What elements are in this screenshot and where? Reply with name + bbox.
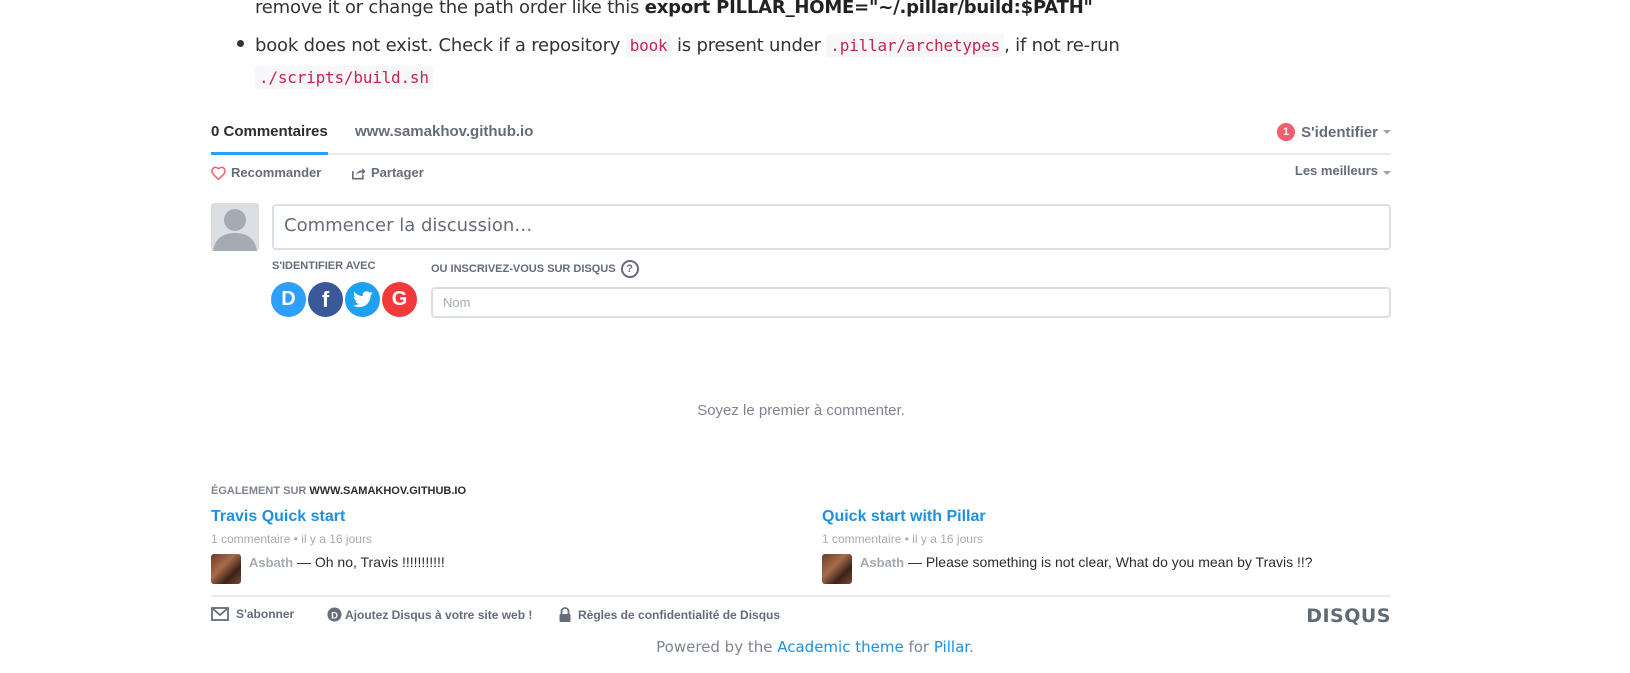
comment-excerpt: — Oh no, Travis !!!!!!!!!!!	[293, 554, 445, 570]
avatar[interactable]	[211, 554, 241, 584]
pillar-link[interactable]: Pillar	[934, 638, 969, 656]
comment-excerpt: — Please something is not clear, What do…	[904, 554, 1313, 570]
tab-community[interactable]: www.samakhov.github.io	[355, 123, 533, 140]
comment-author[interactable]: Asbath	[860, 555, 904, 570]
help-icon[interactable]: ?	[620, 260, 639, 278]
disqus-footer: S'abonner D Ajoutez Disqus à votre site …	[211, 595, 1391, 627]
also-on-site[interactable]: WWW.SAMAKHOV.GITHUB.IO	[309, 485, 466, 497]
envelope-icon	[211, 607, 229, 621]
path-order-text: remove it or change the path order like …	[255, 0, 645, 18]
signin-label[interactable]: S'identifier	[1301, 124, 1378, 141]
avatar	[211, 203, 259, 251]
facebook-icon: f	[321, 286, 330, 312]
bullet-text-part: book does not exist. Check if a reposito…	[255, 35, 626, 56]
recommendation-excerpt[interactable]: Asbath — Oh no, Travis !!!!!!!!!!!	[249, 554, 445, 570]
login-with-label: S'IDENTIFIER AVEC	[272, 260, 376, 272]
empty-thread-message: Soyez le premier à commenter.	[697, 402, 905, 419]
svg-text:D: D	[331, 610, 338, 620]
user-placeholder-icon	[213, 209, 257, 251]
comment-input[interactable]: Commencer la discussion…	[272, 204, 1391, 250]
google-icon: G	[391, 288, 408, 310]
recommendation-card: Travis Quick start 1 commentaire • il y …	[211, 508, 771, 584]
also-on-heading: ÉGALEMENT SUR WWW.SAMAKHOV.GITHUB.IO	[211, 485, 466, 497]
code-build-script: ./scripts/build.sh	[255, 66, 433, 89]
recommendation-card: Quick start with Pillar 1 commentaire • …	[822, 508, 1382, 584]
also-on-prefix: ÉGALEMENT SUR	[211, 485, 310, 497]
google-login-button[interactable]: G	[382, 282, 417, 317]
bullet-text-path-order: remove it or change the path order like …	[255, 0, 1093, 20]
powered-by: Powered by the Academic theme for Pillar…	[0, 638, 1630, 656]
sort-dropdown[interactable]: Les meilleurs	[1191, 163, 1391, 178]
subscribe-link[interactable]: S'abonner	[211, 607, 294, 621]
add-disqus-link[interactable]: D Ajoutez Disqus à votre site web !	[327, 607, 532, 622]
recommendation-title[interactable]: Travis Quick start	[211, 508, 771, 526]
powered-prefix: Powered by the	[656, 638, 778, 656]
bullet-text-part: , if not re-run	[1004, 35, 1120, 56]
register-text: OU INSCRIVEZ-VOUS SUR DISQUS	[431, 263, 616, 275]
code-archetypes-path: .pillar/archetypes	[826, 34, 1005, 57]
heart-icon	[211, 166, 226, 180]
recommend-button[interactable]: Recommander	[211, 165, 321, 180]
recommendation-comment[interactable]: Asbath — Please something is not clear, …	[822, 554, 1382, 584]
privacy-label[interactable]: Règles de confidentialité de Disqus	[578, 608, 780, 622]
chevron-down-icon	[1383, 130, 1391, 134]
code-book: book	[625, 34, 672, 57]
bullet-dot	[237, 40, 244, 47]
recommendation-meta: 1 commentaire • il y a 16 jours	[822, 532, 983, 546]
academic-theme-link[interactable]: Academic theme	[777, 638, 903, 656]
bullet-text-book: book does not exist. Check if a reposito…	[255, 30, 1155, 94]
recommendation-excerpt[interactable]: Asbath — Please something is not clear, …	[860, 554, 1313, 570]
twitter-login-button[interactable]	[345, 282, 380, 317]
signin-menu[interactable]: 1 S'identifier	[1277, 123, 1391, 141]
facebook-login-button[interactable]: f	[308, 282, 343, 317]
disqus-icon: D	[281, 288, 296, 310]
name-field[interactable]: Nom	[431, 287, 1391, 318]
recommendation-comment[interactable]: Asbath — Oh no, Travis !!!!!!!!!!!	[211, 554, 771, 584]
disqus-d-icon: D	[327, 607, 342, 622]
privacy-link[interactable]: Règles de confidentialité de Disqus	[559, 607, 780, 622]
share-icon	[352, 167, 366, 179]
add-disqus-label[interactable]: Ajoutez Disqus à votre site web !	[345, 608, 532, 622]
export-command: export PILLAR_HOME="~/.pillar/build:$PAT…	[644, 0, 1093, 18]
tab-comments[interactable]: 0 Commentaires	[211, 123, 328, 155]
avatar[interactable]	[822, 554, 852, 584]
powered-suffix: .	[969, 638, 974, 656]
share-button[interactable]: Partager	[351, 165, 424, 180]
recommendation-title[interactable]: Quick start with Pillar	[822, 508, 1382, 526]
sort-label[interactable]: Les meilleurs	[1295, 163, 1378, 178]
notification-badge[interactable]: 1	[1277, 123, 1296, 141]
disqus-logo[interactable]: DISQUS	[1306, 605, 1391, 627]
recommend-label: Recommander	[231, 165, 322, 180]
recommendation-meta: 1 commentaire • il y a 16 jours	[211, 532, 372, 546]
twitter-icon	[352, 291, 373, 308]
disqus-nav: 0 Commentaires www.samakhov.github.io 1 …	[211, 116, 1391, 155]
disqus-login-button[interactable]: D	[271, 282, 306, 317]
social-login: D f G	[271, 282, 419, 317]
lock-icon	[559, 607, 571, 622]
bullet-text-part: is present under	[671, 35, 827, 56]
comment-author[interactable]: Asbath	[249, 555, 293, 570]
chevron-down-icon	[1383, 171, 1391, 175]
share-label: Partager	[371, 165, 424, 180]
powered-middle: for	[903, 638, 934, 656]
register-label: OU INSCRIVEZ-VOUS SUR DISQUS ?	[431, 260, 639, 278]
subscribe-label[interactable]: S'abonner	[236, 607, 294, 621]
